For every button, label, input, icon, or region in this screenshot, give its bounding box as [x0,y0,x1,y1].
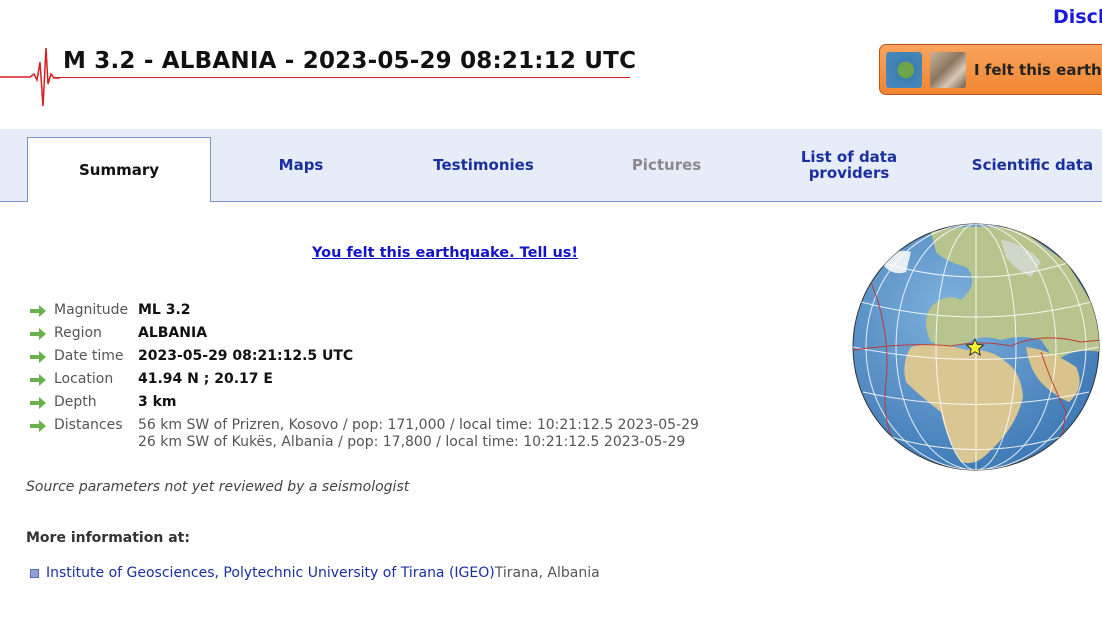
institute-link[interactable]: Institute of Geosciences, Polytechnic Un… [46,565,495,581]
param-row-location: Location 41.94 N ; 20.17 E [30,371,699,394]
damage-photo-icon [930,51,966,88]
tab-data-providers[interactable]: List of data providers [758,129,940,201]
source-note: Source parameters not yet reviewed by a … [26,479,410,495]
location-value: 41.94 N ; 20.17 E [138,371,273,387]
earthquake-parameters: Magnitude ML 3.2 Region ALBANIA Date tim… [30,302,699,457]
green-arrow-icon [30,351,46,363]
title-underline [54,77,630,78]
green-arrow-icon [30,374,46,386]
param-label: Region [54,325,102,341]
tab-pictures: Pictures [631,156,702,174]
param-label: Date time [54,348,124,364]
param-label: Depth [54,394,97,410]
distances-list: 56 km SW of Prizren, Kosovo / pop: 171,0… [138,417,699,451]
distance-line: 26 km SW of Kukës, Albania / pop: 17,800… [138,434,686,450]
bullet-icon [30,568,39,578]
tab-maps[interactable]: Maps [210,129,392,201]
page-title: M 3.2 - ALBANIA - 2023-05-29 08:21:12 UT… [63,48,637,74]
disclaimer-link[interactable]: Discl [1053,6,1102,28]
param-label: Location [54,371,114,387]
institute-location: Tirana, Albania [494,565,600,581]
green-arrow-icon [30,420,46,432]
param-label: Magnitude [54,302,129,318]
depth-value: 3 km [138,394,177,410]
distance-line: 56 km SW of Prizren, Kosovo / pop: 171,0… [138,417,699,433]
i-felt-label: I felt this earth [974,60,1102,79]
magnitude-value: ML 3.2 [138,302,191,318]
green-arrow-icon [30,397,46,409]
epicenter-globe-map [852,223,1100,471]
param-label: Distances [54,417,123,433]
datetime-value: 2023-05-29 08:21:12.5 UTC [138,348,354,364]
tell-us-link[interactable]: You felt this earthquake. Tell us! [312,245,578,261]
more-info-heading: More information at: [26,530,190,546]
param-row-distances: Distances 56 km SW of Prizren, Kosovo / … [30,417,699,457]
more-info-item: Institute of Geosciences, Polytechnic Un… [30,565,600,581]
i-felt-button[interactable]: I felt this earth [879,44,1102,95]
region-value: ALBANIA [138,325,208,341]
tab-summary[interactable]: Summary [27,137,211,202]
param-row-magnitude: Magnitude ML 3.2 [30,302,699,325]
param-row-depth: Depth 3 km [30,394,699,417]
param-row-region: Region ALBANIA [30,325,699,348]
param-row-datetime: Date time 2023-05-29 08:21:12.5 UTC [30,348,699,371]
tab-bar: Summary Maps Testimonies Pictures List o… [0,129,1102,202]
tab-scientific-data[interactable]: Scientific data [940,129,1102,201]
map-thumbnail-icon [886,51,922,88]
seismogram-icon [0,47,60,107]
green-arrow-icon [30,305,46,317]
green-arrow-icon [30,328,46,340]
tab-testimonies[interactable]: Testimonies [392,129,575,201]
